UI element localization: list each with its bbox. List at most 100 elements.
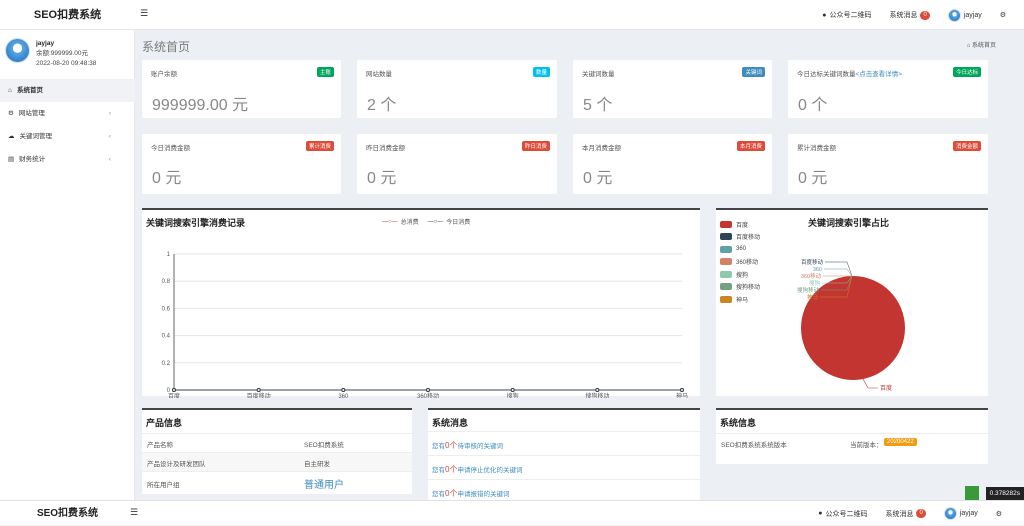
pie-slice-label: 360 (813, 267, 822, 273)
x-tick-label: 搜狗移动 (585, 392, 609, 398)
sidebar-item-site-management[interactable]: ⚙ 网站管理 ‹ (0, 102, 135, 125)
system-messages-title: 系统消息 (432, 418, 469, 428)
qr-code-button[interactable]: ● 公众号二维码 (822, 10, 871, 20)
y-tick-label: 0.6 (162, 306, 171, 312)
status-badge: 关键词 (742, 67, 765, 77)
line-chart-panel: 关键词搜索引擎消费记录 —○— 总消费 —○— 今日消费 0 0.2 0.4 0.6 0… (142, 208, 700, 398)
line-chart-svg: 00.20.40.60.81百度 百度移动 360 360移动 搜狗 搜狗移动 神马 (162, 252, 688, 398)
card-yesterday-spend: 昨日消费金额 昨日消费 0 元 (357, 134, 557, 194)
status-badge: 昨日消费 (521, 141, 550, 151)
sidebar-item-finance[interactable]: ▤ 财务统计 ‹ (0, 148, 135, 171)
pie-slice-label: 神马 (807, 293, 819, 301)
x-tick-label: 神马 (676, 392, 688, 398)
card-value: 0 元 (583, 170, 613, 187)
pie-slice-label: 百度移动 (801, 258, 824, 266)
settings-gear-icon[interactable]: ⚙ (996, 510, 1002, 518)
render-timer: 0.378282s (985, 487, 1024, 500)
status-badge: 累计消费 (305, 141, 334, 151)
card-value: 0 元 (152, 170, 182, 187)
app-logo[interactable]: SEO扣费系统 (0, 0, 135, 30)
card-month-spend: 本月消费金额 本月消费 0 元 (573, 134, 772, 194)
home-icon: ⌂ (8, 87, 12, 94)
data-point[interactable] (595, 388, 600, 392)
card-value: 0 元 (798, 170, 828, 187)
pie-label-line (862, 378, 878, 389)
pie-chart-panel: 关键词搜索引擎占比 百度 百度移动 360 360移动 搜狗 搜狗移动 神马 百度 百度移动 3… (716, 208, 988, 396)
avatar (947, 8, 961, 22)
chevron-left-icon: ‹ (108, 110, 111, 117)
bottom-navbar: SEO扣费系统 ☰ ● 公众号二维码 系统消息 0 jayjay ⚙ (0, 500, 1024, 525)
card-value: 999999.00 元 (152, 97, 249, 114)
system-info-title: 系统信息 (720, 418, 757, 428)
legend-marker-icon: —○— (382, 218, 398, 225)
pie-slice-label: 百度 (880, 384, 892, 392)
card-value: 0 元 (367, 170, 397, 187)
breadcrumb[interactable]: ⌂ 系统首页 (967, 40, 996, 49)
card-icon: ▤ (8, 156, 15, 163)
gear-icon: ⚙ (8, 110, 14, 117)
user-menu[interactable]: jayjay (947, 8, 982, 22)
card-keyword-count: 关键词数量 关键词 5 个 (573, 60, 772, 118)
data-point[interactable] (510, 388, 515, 392)
x-tick-label: 360移动 (417, 392, 439, 398)
y-tick-label: 0.2 (162, 361, 171, 367)
user-datetime: 2022-08-20 09:48:38 (36, 60, 97, 67)
table-row: 产品设计及研发团队 自主研发 (142, 452, 412, 471)
sidebar-toggle-icon[interactable]: ☰ (130, 507, 138, 518)
data-point[interactable] (172, 388, 176, 392)
wechat-icon: ● (818, 510, 823, 517)
sidebar-menu: ⌂ 系统首页 ⚙ 网站管理 ‹ ☁ 关键词管理 ‹ ▤ 财务统计 ‹ (0, 79, 135, 171)
data-point[interactable] (680, 388, 684, 392)
table-row: 所在用户组 普通用户 (142, 471, 412, 495)
top-navbar: SEO扣费系统 ☰ ● 公众号二维码 系统消息 0 jayjay ⚙ (0, 0, 1024, 30)
x-tick-label: 百度移动 (247, 392, 271, 398)
y-tick-label: 0.4 (162, 334, 171, 340)
settings-gear-icon[interactable]: ⚙ (1000, 11, 1006, 19)
message-count-badge: 0 (920, 10, 930, 20)
data-point[interactable] (426, 388, 430, 392)
status-badge: 今日达标 (952, 67, 981, 77)
data-point[interactable] (341, 388, 346, 392)
table-row: 产品名称 SEO扣费系统 (142, 433, 412, 452)
list-item[interactable]: 您有0个待审核的关键词 (428, 431, 700, 455)
wechat-icon: ● (822, 11, 827, 19)
main-content: 系统首页 ⌂ 系统首页 账户余额 主账 999999.00 元 网站数量 数量 … (135, 30, 1024, 500)
message-count-badge: 0 (916, 509, 926, 518)
legend-item-total[interactable]: 总消费 (401, 217, 419, 226)
status-badge: 本月消费 (736, 141, 765, 151)
pie-label-line (824, 268, 853, 277)
pie-slice-label: 360移动 (801, 272, 822, 280)
user-menu[interactable]: jayjay (943, 507, 978, 520)
card-today-spend: 今日消费金额 累计消费 0 元 (142, 134, 341, 194)
x-tick-label: 360 (338, 394, 349, 398)
sidebar-item-keyword-management[interactable]: ☁ 关键词管理 ‹ (0, 125, 135, 148)
card-today-ranked: 今日达标关键词数量<点击查看详情> 今日达标 0 个 (788, 60, 988, 118)
qr-code-button[interactable]: ● 公众号二维码 (818, 509, 867, 519)
system-message-button[interactable]: 系统消息 0 (885, 509, 926, 519)
user-balance: 余额:999999.00元 (36, 50, 89, 57)
y-tick-label: 1 (167, 252, 171, 258)
avatar (5, 38, 30, 63)
version-badge: 20200422 (884, 438, 917, 446)
cloud-icon: ☁ (8, 133, 15, 140)
sidebar-toggle-icon[interactable]: ☰ (140, 8, 148, 19)
sidebar-item-home[interactable]: ⌂ 系统首页 (0, 79, 135, 102)
card-value: 0 个 (798, 97, 828, 114)
status-badge: 主账 (316, 67, 334, 77)
view-details-link[interactable]: <点击查看详情> (856, 71, 903, 78)
product-info-panel: 产品信息 产品名称 SEO扣费系统 产品设计及研发团队 自主研发 所在用户组 普… (142, 408, 412, 494)
list-item[interactable]: 您有0个申请停止优化的关键词 (428, 455, 700, 479)
card-account-balance: 账户余额 主账 999999.00 元 (142, 60, 341, 118)
legend-item-today[interactable]: 今日消费 (446, 217, 470, 226)
system-messages-panel: 系统消息 您有0个待审核的关键词 您有0个申请停止优化的关键词 您有0个申请报错… (428, 408, 700, 500)
y-tick-label: 0.8 (162, 279, 171, 285)
user-name: jayjay (36, 40, 55, 47)
table-row: SEO扣费系统系统版本 当前版本： 20200422 (716, 433, 988, 452)
x-tick-label: 搜狗 (507, 392, 519, 398)
debug-logo-icon[interactable] (965, 486, 979, 500)
pie-chart-svg: 百度 百度移动360360移动搜狗搜狗移动神马 (797, 258, 905, 392)
app-logo[interactable]: SEO扣费系统 (0, 501, 135, 526)
system-message-button[interactable]: 系统消息 0 (889, 10, 930, 20)
data-point[interactable] (256, 388, 261, 392)
card-total-spend: 累计消费金额 消费金额 0 元 (788, 134, 988, 194)
